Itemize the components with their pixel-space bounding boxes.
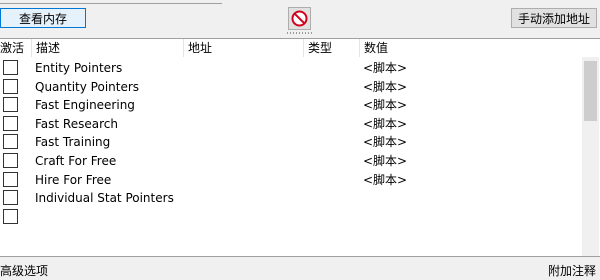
row-value: <脚本> [363,135,408,150]
active-checkbox[interactable] [3,134,18,150]
row-value: <脚本> [363,153,408,168]
active-checkbox[interactable] [3,60,18,75]
row-description: Hire For Free [35,172,112,187]
row-value: <脚本> [363,116,408,131]
table-row[interactable]: Individual Stat Pointers [0,189,582,208]
table-header: 激活 描述 地址 类型 数值 [0,39,582,57]
row-description: Fast Research [35,116,118,131]
active-checkbox[interactable] [3,190,18,206]
active-checkbox[interactable] [3,152,18,168]
active-checkbox[interactable] [3,208,18,224]
row-value: <脚本> [363,98,408,113]
splitter-handle[interactable] [287,32,313,34]
table-row[interactable]: Fast Training <脚本> [0,133,582,152]
active-checkbox[interactable] [3,115,18,131]
divider [0,3,222,4]
add-comment-link[interactable]: 附加注释 [548,263,596,279]
active-checkbox[interactable] [3,78,18,94]
row-value: <脚本> [363,79,408,94]
table-row[interactable] [0,208,582,227]
toolbar: 查看内存 手动添加地址 [0,0,600,38]
row-description: Fast Engineering [35,98,135,113]
table-row[interactable]: Fast Engineering <脚本> [0,96,582,115]
table-row[interactable]: Craft For Free <脚本> [0,152,582,171]
table-row[interactable]: Quantity Pointers <脚本> [0,78,582,97]
row-description: Fast Training [35,135,111,150]
column-header-active[interactable]: 激活 [0,39,32,57]
column-header-address[interactable]: 地址 [184,39,304,57]
table-row[interactable]: Entity Pointers <脚本> [0,59,582,78]
add-address-manually-button[interactable]: 手动添加地址 [511,8,597,28]
table-rows: Entity Pointers <脚本> Quantity Pointers <… [0,59,582,226]
view-memory-button[interactable]: 查看内存 [0,8,86,28]
row-description: Entity Pointers [35,61,123,75]
table-row[interactable]: Hire For Free <脚本> [0,171,582,190]
row-description: Quantity Pointers [35,79,140,94]
row-description: Individual Stat Pointers [35,191,174,206]
cheat-table: 激活 描述 地址 类型 数值 Entity Pointers <脚本> Quan… [0,38,600,257]
column-header-value[interactable]: 数值 [360,39,582,57]
active-checkbox[interactable] [3,97,18,113]
active-checkbox[interactable] [3,171,18,187]
column-header-description[interactable]: 描述 [32,39,184,57]
vertical-scrollbar[interactable] [582,57,599,256]
no-entry-icon[interactable] [288,7,311,30]
row-value: <脚本> [363,61,408,75]
column-header-type[interactable]: 类型 [304,39,360,57]
advanced-options-link[interactable]: 高级选项 [0,263,48,279]
row-value: <脚本> [363,172,408,187]
row-description: Craft For Free [35,153,117,168]
table-row[interactable]: Fast Research <脚本> [0,115,582,134]
scrollbar-thumb[interactable] [584,61,597,121]
